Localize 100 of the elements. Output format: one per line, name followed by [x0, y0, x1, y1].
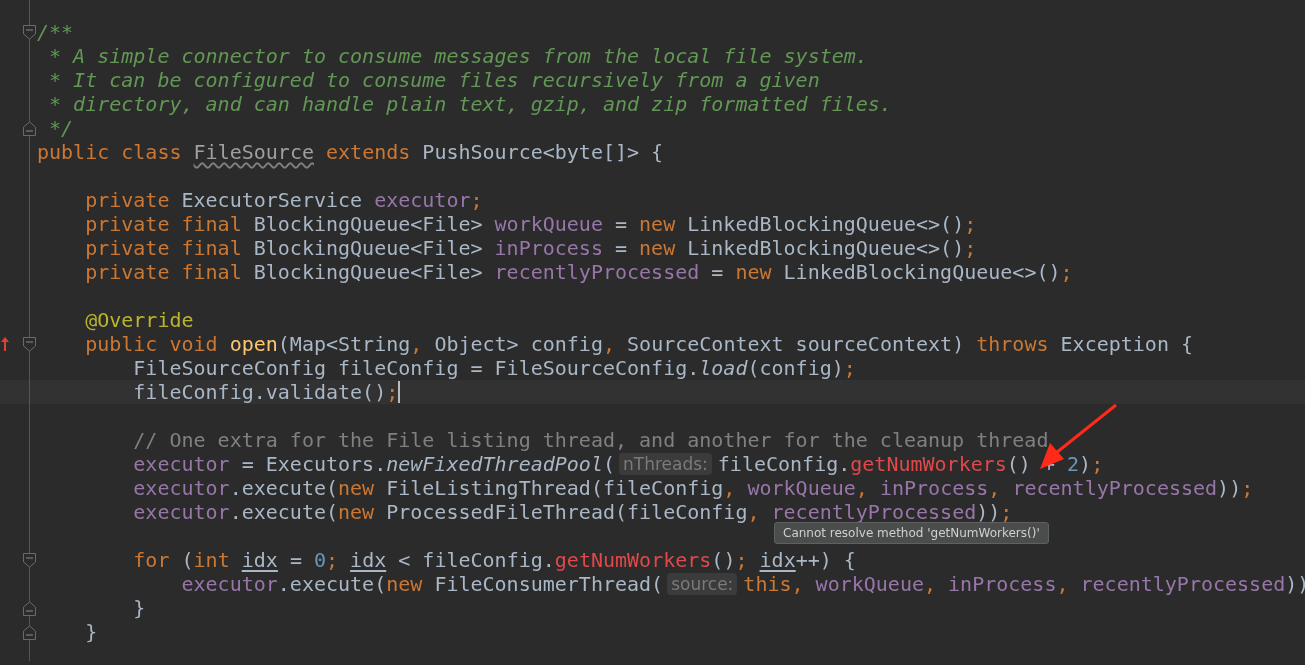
code-text: .execute(: [229, 476, 339, 500]
code-text: ;: [1091, 452, 1104, 476]
code-text: private: [84, 188, 171, 212]
code-text: for: [132, 548, 171, 572]
code-text: executor: [132, 476, 230, 500]
code-text: ,: [923, 572, 937, 596]
code-text: * A simple connector to consume messages from the local file system.: [48, 44, 868, 68]
code-text: recentlyProcessed: [1080, 572, 1286, 596]
code-text: fileConfig.: [717, 452, 851, 476]
code-text: BlockingQueue<File>: [253, 260, 484, 284]
code-text: ,: [1056, 572, 1070, 596]
code-text: ;: [1060, 260, 1073, 284]
code-text: throws: [976, 332, 1050, 356]
text-caret: [398, 381, 401, 403]
code-text: new: [639, 212, 677, 236]
code-text: extends: [325, 140, 411, 164]
code-text: Object> config: [434, 332, 603, 356]
code-text: inProcess: [948, 572, 1057, 596]
code-text: =: [710, 260, 725, 284]
code-text: )): [976, 500, 1001, 524]
code-text: getNumWorkers: [850, 452, 1007, 476]
code-text: (config): [747, 356, 844, 380]
code-text: Exception {: [1060, 332, 1193, 356]
code-text: * It can be configured to consume files recursively from a given: [48, 68, 820, 92]
code-text: workQueue: [815, 572, 924, 596]
fold-marker-icon[interactable]: [23, 337, 36, 352]
code-text: ;: [735, 548, 749, 572]
code-text: (): [711, 548, 736, 572]
code-text: ;: [964, 236, 977, 260]
code-text: =: [614, 236, 629, 260]
fold-marker-icon[interactable]: [23, 25, 36, 40]
code-text: LinkedBlockingQueue<>(): [687, 236, 965, 260]
code-text: executor: [180, 572, 278, 596]
code-text: }: [84, 620, 98, 644]
code-text: idx: [350, 548, 387, 572]
fold-marker-icon[interactable]: [23, 625, 36, 640]
code-text: idx: [241, 548, 278, 572]
code-text: public class: [37, 140, 183, 164]
code-text: @Override: [84, 308, 194, 332]
code-text: private final: [84, 260, 243, 284]
code-text: inProcess: [879, 476, 989, 500]
code-text: this,: [743, 572, 805, 596]
code-text: recentlyProcessed: [494, 260, 700, 284]
code-text: private final: [84, 236, 243, 260]
fold-marker-icon[interactable]: [23, 121, 36, 136]
code-text: load: [699, 356, 748, 380]
code-text: executor: [374, 188, 471, 212]
code-text: ,: [410, 332, 424, 356]
overrides-arrow-icon[interactable]: [0, 336, 10, 352]
code-text: 0: [313, 548, 326, 572]
code-text: ;: [1241, 476, 1254, 500]
code-text: FileConsumerThread(: [434, 572, 664, 596]
code-text: (: [181, 548, 194, 572]
code-text: BlockingQueue<File>: [253, 212, 484, 236]
code-text: // One extra for the File listing thread, and another for the cleanup thread: [132, 428, 1049, 452]
code-text: workQueue: [494, 212, 603, 236]
code-text: ;: [470, 188, 483, 212]
code-text: * directory, and can handle plain text, gzip, and zip formatted files.: [48, 92, 892, 116]
code-text: ,: [602, 332, 616, 356]
code-text: inProcess: [494, 236, 603, 260]
code-text: ;: [843, 356, 856, 380]
code-text: FileListingThread(fileConfig: [386, 476, 724, 500]
code-text: executor: [132, 452, 230, 476]
code-text: */: [48, 116, 74, 140]
code-text: ,: [747, 500, 761, 524]
code-text: =: [288, 548, 303, 572]
fold-marker-icon[interactable]: [23, 553, 36, 568]
code-text: ++) {: [795, 548, 856, 572]
code-text: new: [338, 500, 376, 524]
code-text: new: [639, 236, 677, 260]
code-text: ,: [988, 476, 1002, 500]
code-text: newFixedThreadPool: [386, 452, 603, 476]
code-text: new: [338, 476, 376, 500]
code-text: < fileConfig.: [397, 548, 555, 572]
code-text: )): [1285, 572, 1305, 596]
code-text: recentlyProcessed: [771, 500, 977, 524]
code-text: =: [614, 212, 629, 236]
code-text: ,: [855, 476, 869, 500]
code-text: workQueue: [747, 476, 856, 500]
code-text: idx: [759, 548, 796, 572]
code-text: int: [193, 548, 231, 572]
code-text: recentlyProcessed: [1012, 476, 1218, 500]
code-text: ;: [386, 380, 399, 404]
code-text: ;: [1000, 500, 1013, 524]
code-text: )): [1217, 476, 1242, 500]
parameter-hint: nThreads:: [619, 453, 712, 475]
code-text: fileConfig.validate(): [132, 380, 387, 404]
code-text: FileSource: [193, 140, 314, 164]
code-text: .execute(: [229, 500, 339, 524]
fold-marker-icon[interactable]: [23, 601, 36, 616]
code-text: ProcessedFileThread(fileConfig: [386, 500, 748, 524]
parameter-hint: source:: [667, 573, 738, 595]
code-text: BlockingQueue<File>: [253, 236, 484, 260]
code-text: (: [602, 452, 615, 476]
code-text: }: [132, 596, 146, 620]
code-text: LinkedBlockingQueue<>(): [783, 260, 1061, 284]
code-text: new: [386, 572, 424, 596]
code-text: ;: [964, 212, 977, 236]
code-text: getNumWorkers: [554, 548, 712, 572]
code-text: ,: [723, 476, 737, 500]
